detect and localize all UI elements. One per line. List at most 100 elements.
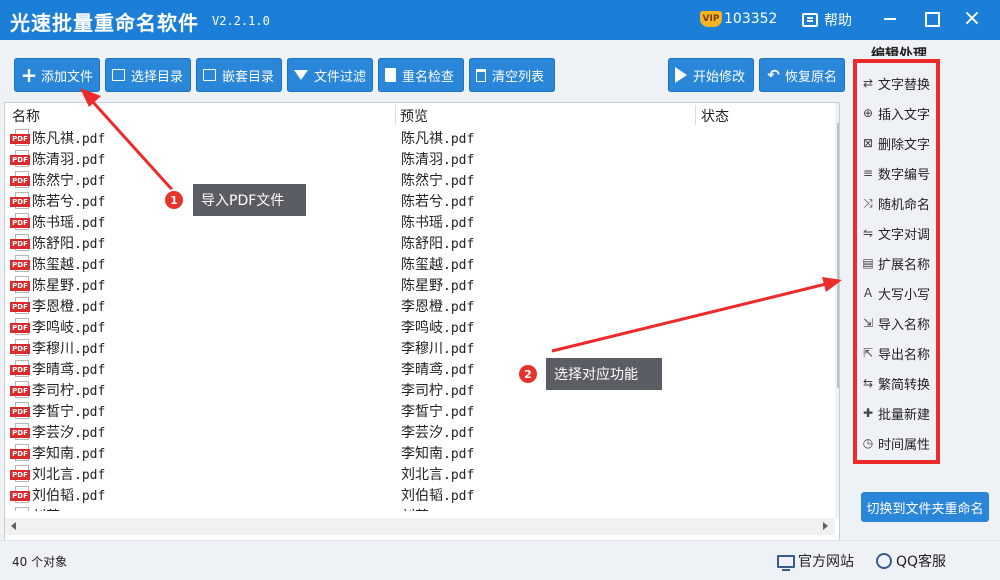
file-name: 李芸汐.pdf	[32, 425, 106, 441]
function-item[interactable]: ⊕ 插入文字	[860, 99, 939, 127]
annotation-badge-1: 1	[165, 191, 183, 209]
header-status[interactable]: 状态	[701, 106, 729, 126]
clear-list-button[interactable]: 清空列表	[469, 58, 555, 92]
table-row[interactable]: PDF 李知南.pdf 李知南.pdf	[5, 442, 835, 463]
table-row[interactable]: PDF 李穆川.pdf 李穆川.pdf	[5, 337, 835, 358]
add-file-button[interactable]: + 添加文件	[14, 58, 100, 92]
undo-icon: ↶	[767, 65, 780, 84]
function-label: 文字替换	[878, 77, 931, 93]
qq-service-link[interactable]: QQ客服	[876, 551, 946, 571]
scroll-up-arrow-icon[interactable]	[839, 107, 840, 112]
table-row[interactable]: PDF 李恩橙.pdf 李恩橙.pdf	[5, 295, 835, 316]
file-name: 李晴鸢.pdf	[32, 362, 106, 378]
function-icon: ⊕	[862, 106, 874, 120]
table-row[interactable]: PDF 陈星野.pdf 陈星野.pdf	[5, 274, 835, 295]
vertical-scroll-thumb[interactable]	[837, 123, 839, 388]
pdf-file-icon: PDF	[10, 339, 32, 356]
table-row[interactable]: PDF 李晴鸢.pdf 李晴鸢.pdf	[5, 358, 835, 379]
nested-folder-icon	[203, 69, 216, 81]
function-icon: ≡	[862, 166, 874, 180]
file-name: 陈清羽.pdf	[32, 152, 106, 168]
table-row[interactable]: PDF 陈若兮.pdf 陈若兮.pdf	[5, 190, 835, 211]
scroll-left-arrow-icon[interactable]	[11, 522, 16, 530]
file-name: 李皙宁.pdf	[32, 404, 106, 420]
column-divider[interactable]	[395, 105, 396, 125]
select-dir-label: 选择目录	[130, 69, 183, 85]
restore-name-button[interactable]: ↶ 恢复原名	[759, 58, 845, 92]
annotation-callout-1: 导入PDF文件	[193, 184, 306, 216]
pdf-file-icon: PDF	[10, 402, 32, 419]
function-label: 大写小写	[878, 287, 931, 303]
switch-to-folder-rename-button[interactable]: 切换到文件夹重命名	[861, 492, 989, 522]
function-item[interactable]: ⇲ 导入名称	[860, 309, 939, 337]
function-item[interactable]: ◷ 时间属性	[860, 429, 939, 457]
table-row[interactable]: PDF 刘伯韬.pdf 刘伯韬.pdf	[5, 484, 835, 505]
function-panel: 编辑处理 ⇄ 文字替换 ⊕ 插入文字 ⊠ 删除文字 ≡ 数字编号 ⤨ 随机命名 ⇋ 文字对调 ▤ 扩展名称…	[848, 40, 1000, 540]
vertical-scrollbar[interactable]	[835, 103, 840, 518]
table-row[interactable]: PDF 李芸汐.pdf 李芸汐.pdf	[5, 421, 835, 442]
function-item[interactable]: ≡ 数字编号	[860, 159, 939, 187]
restore-name-label: 恢复原名	[784, 69, 837, 85]
function-icon: ⇆	[862, 376, 874, 390]
file-filter-label: 文件过滤	[314, 69, 367, 85]
table-row[interactable]: PDF 陈凡祺.pdf 陈凡祺.pdf	[5, 127, 835, 148]
table-row[interactable]: PDF 陈玺越.pdf 陈玺越.pdf	[5, 253, 835, 274]
file-preview: 陈清羽.pdf	[401, 152, 475, 168]
table-row[interactable]: PDF 陈书瑶.pdf 陈书瑶.pdf	[5, 211, 835, 232]
file-name: 陈凡祺.pdf	[32, 131, 106, 147]
table-row[interactable]: PDF 陈舒阳.pdf 陈舒阳.pdf	[5, 232, 835, 253]
header-name[interactable]: 名称	[12, 106, 40, 126]
function-highlight-box: ⇄ 文字替换 ⊕ 插入文字 ⊠ 删除文字 ≡ 数字编号 ⤨ 随机命名 ⇋ 文字对调 ▤ 扩展名称 A 大写小写…	[853, 59, 940, 464]
title-bar: 光速批量重命名软件 V2.2.1.0 VIP 103352 帮助 ×	[0, 0, 1000, 40]
function-item[interactable]: A 大写小写	[860, 279, 939, 307]
function-item[interactable]: ⇆ 繁简转换	[860, 369, 939, 397]
function-item[interactable]: ✚ 批量新建	[860, 399, 939, 427]
file-preview: 陈舒阳.pdf	[401, 236, 475, 252]
file-filter-button[interactable]: 文件过滤	[287, 58, 373, 92]
function-item[interactable]: ⇄ 文字替换	[860, 69, 939, 97]
file-name: 陈舒阳.pdf	[32, 236, 106, 252]
file-name: 李知南.pdf	[32, 446, 106, 462]
rename-check-button[interactable]: 重名检查	[378, 58, 464, 92]
function-item[interactable]: ⤨ 随机命名	[860, 189, 939, 217]
table-row[interactable]: PDF 李鸣岐.pdf 李鸣岐.pdf	[5, 316, 835, 337]
column-divider[interactable]	[695, 105, 696, 125]
vip-info[interactable]: VIP 103352	[700, 9, 777, 29]
qq-service-label: QQ客服	[896, 554, 947, 570]
file-name: 陈书瑶.pdf	[32, 215, 106, 231]
main-area: + 添加文件 选择目录 嵌套目录 文件过滤 重名检查 清空列表 开始修改 ↶ 恢…	[0, 40, 848, 576]
pdf-file-icon: PDF	[10, 444, 32, 461]
file-preview: 陈玺越.pdf	[401, 257, 475, 273]
header-preview[interactable]: 预览	[400, 106, 428, 126]
function-icon: A	[863, 286, 873, 300]
start-modify-button[interactable]: 开始修改	[668, 58, 754, 92]
function-item[interactable]: ⊠ 删除文字	[860, 129, 939, 157]
function-icon: ⇲	[862, 316, 874, 330]
maximize-button[interactable]	[918, 6, 946, 32]
close-button[interactable]: ×	[958, 6, 986, 32]
file-name: 陈星野.pdf	[32, 278, 106, 294]
file-list[interactable]: 名称 预览 状态 PDF 陈凡祺.pdf 陈凡祺.pdf PDF 陈清羽.pdf 陈清羽.…	[4, 102, 840, 576]
table-row[interactable]: PDF 陈清羽.pdf 陈清羽.pdf	[5, 148, 835, 169]
table-row[interactable]: PDF 刘北言.pdf 刘北言.pdf	[5, 463, 835, 484]
function-item[interactable]: ▤ 扩展名称	[860, 249, 939, 277]
minimize-button[interactable]	[876, 6, 904, 32]
help-button[interactable]: 帮助	[802, 10, 852, 30]
table-row[interactable]: PDF 李司柠.pdf 李司柠.pdf	[5, 379, 835, 400]
function-icon: ⤨	[863, 195, 873, 210]
select-dir-button[interactable]: 选择目录	[105, 58, 191, 92]
horizontal-scrollbar[interactable]	[5, 518, 835, 535]
clear-list-label: 清空列表	[492, 69, 545, 85]
table-row[interactable]: PDF刘茉一.pdf刘茉一.pdf	[5, 505, 835, 511]
official-site-link[interactable]: 官方网站	[777, 551, 854, 571]
scroll-right-arrow-icon[interactable]	[823, 522, 828, 530]
function-label: 数字编号	[878, 167, 931, 183]
file-name: 李司柠.pdf	[32, 383, 106, 399]
table-row[interactable]: PDF 陈然宁.pdf 陈然宁.pdf	[5, 169, 835, 190]
table-row[interactable]: PDF 李皙宁.pdf 李皙宁.pdf	[5, 400, 835, 421]
file-preview: 李知南.pdf	[401, 446, 475, 462]
function-item[interactable]: ⇱ 导出名称	[860, 339, 939, 367]
function-item[interactable]: ⇋ 文字对调	[860, 219, 939, 247]
panel-title: 编辑处理	[871, 47, 927, 56]
nested-dir-button[interactable]: 嵌套目录	[196, 58, 282, 92]
